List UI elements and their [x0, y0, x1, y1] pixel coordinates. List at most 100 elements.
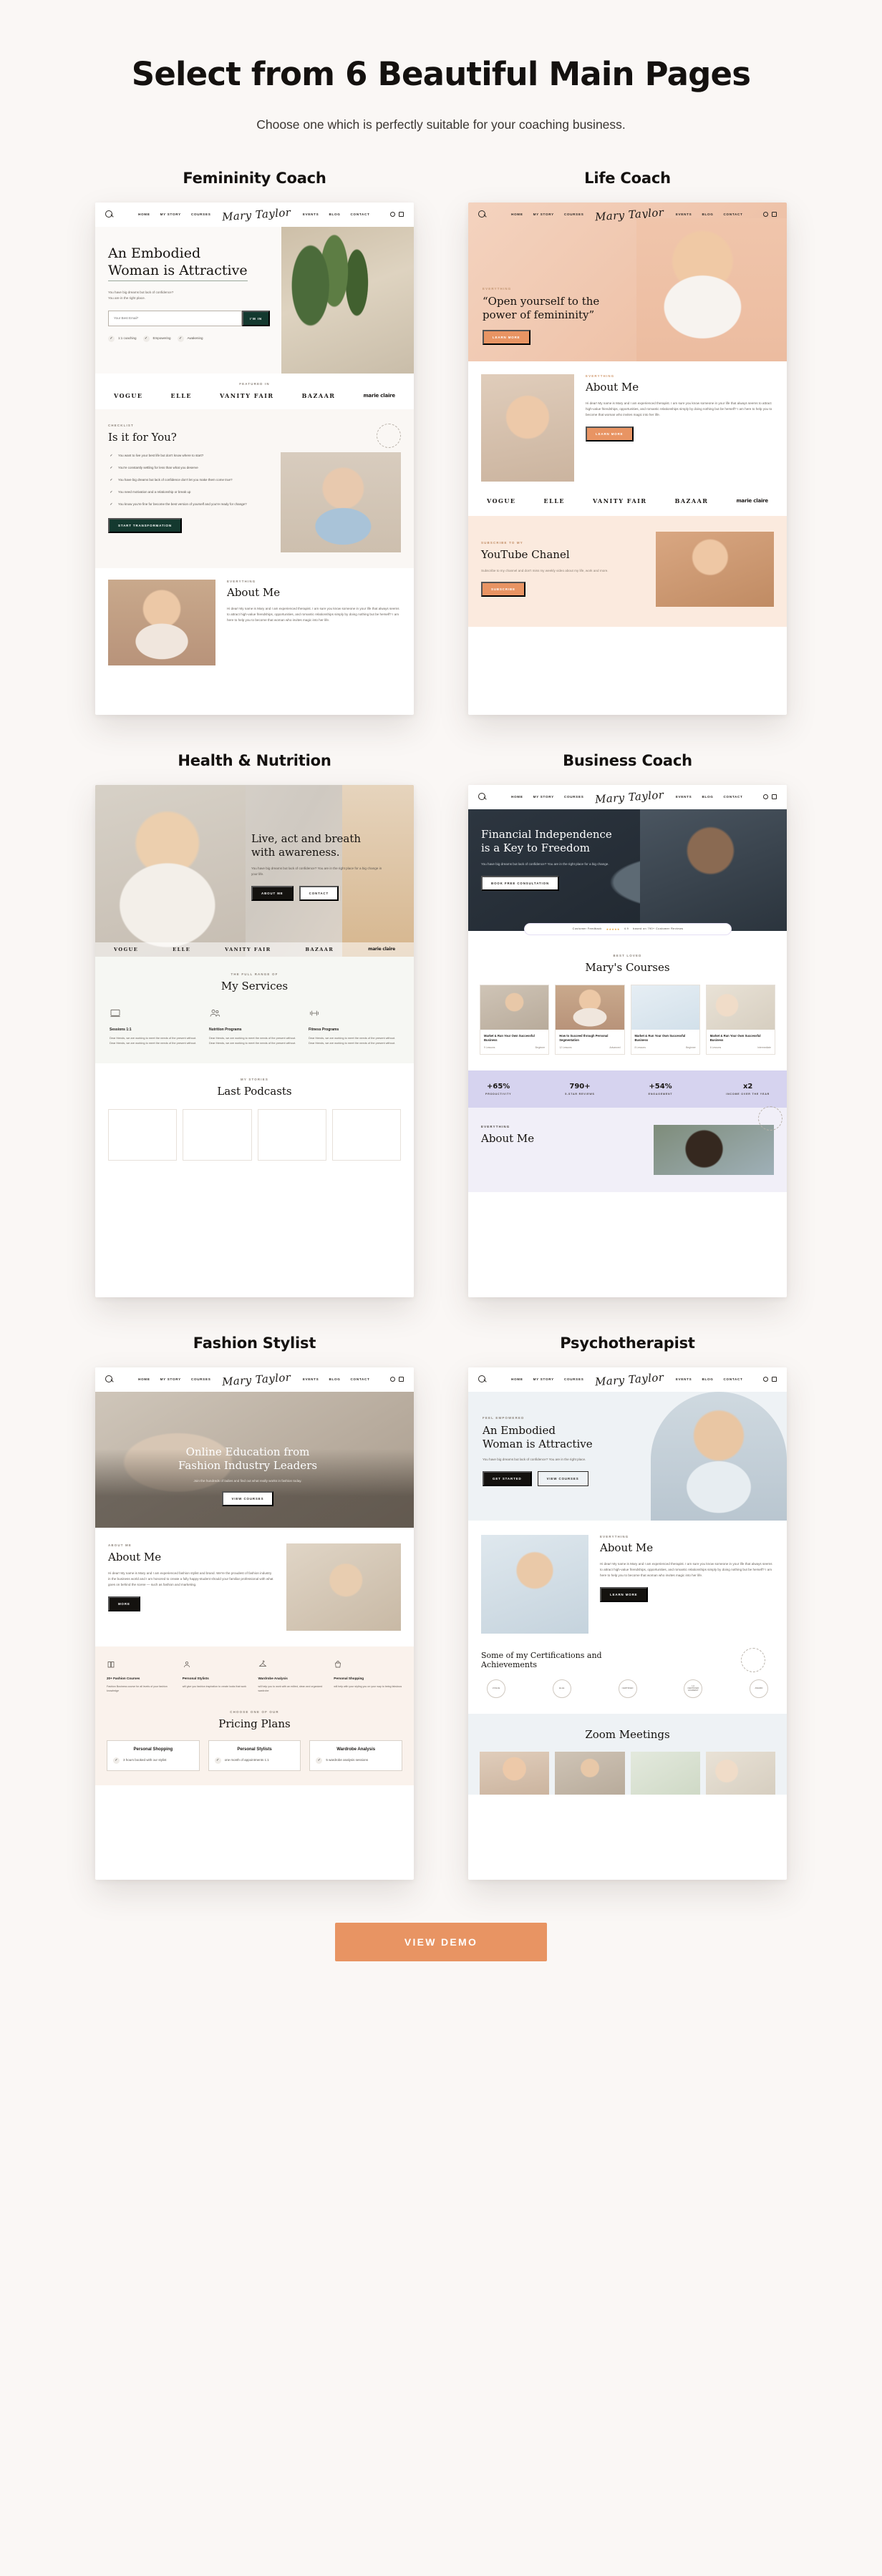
- podcast-card[interactable]: [331, 1109, 401, 1161]
- hero-learn-more-button[interactable]: LEARN MORE: [483, 330, 530, 346]
- site-nav[interactable]: HOME MY STORY COURSES Mary Taylor EVENTS…: [468, 784, 787, 809]
- nav-item-home[interactable]: HOME: [138, 1377, 150, 1381]
- price-card[interactable]: Personal Stylists ✓ one month of appointm…: [208, 1740, 301, 1771]
- account-icon[interactable]: [390, 212, 395, 218]
- site-logo[interactable]: Mary Taylor: [222, 1370, 291, 1388]
- cart-icon[interactable]: [772, 794, 777, 800]
- nav-item-courses[interactable]: COURSES: [191, 1377, 211, 1381]
- cart-icon[interactable]: [399, 1377, 404, 1382]
- nav-item-courses[interactable]: COURSES: [191, 213, 211, 216]
- demo-preview-femininity-coach[interactable]: HOME MY STORY COURSES Mary Taylor EVENTS…: [95, 202, 414, 715]
- demo-preview-business-coach[interactable]: HOME MY STORY COURSES Mary Taylor EVENTS…: [468, 784, 787, 1297]
- course-card[interactable]: How to Succeed through Personal Segmenta…: [555, 984, 625, 1055]
- nav-item-events[interactable]: EVENTS: [303, 213, 319, 216]
- nav-links-right[interactable]: EVENTS BLOG CONTACT: [303, 213, 370, 216]
- get-started-button[interactable]: GET STARTED: [483, 1471, 532, 1487]
- nav-item-events[interactable]: EVENTS: [676, 1377, 692, 1381]
- nav-item-courses[interactable]: COURSES: [564, 795, 584, 799]
- course-card[interactable]: Market & Run Your Own Successful Busines…: [705, 984, 775, 1055]
- search-icon[interactable]: [105, 210, 114, 219]
- nav-links-left[interactable]: HOME MY STORY COURSES: [511, 1377, 583, 1381]
- meeting-thumbnail[interactable]: [555, 1751, 625, 1795]
- nav-item-blog[interactable]: BLOG: [329, 213, 340, 216]
- course-card[interactable]: Market & Run Your Own Successful Busines…: [480, 984, 550, 1055]
- nav-item-events[interactable]: EVENTS: [303, 1377, 319, 1381]
- nav-item-courses[interactable]: COURSES: [564, 1377, 584, 1381]
- hero-contact-button[interactable]: CONTACT: [299, 886, 339, 902]
- nav-item-home[interactable]: HOME: [511, 795, 523, 799]
- nav-item-home[interactable]: HOME: [511, 1377, 523, 1381]
- nav-links-left[interactable]: HOME MY STORY COURSES: [511, 795, 583, 799]
- account-icon[interactable]: [390, 1377, 395, 1382]
- about-learn-more-button[interactable]: LEARN MORE: [600, 1586, 648, 1602]
- price-card[interactable]: Wardrobe Analysis ✓ 5 wardrobe analysis s…: [309, 1740, 402, 1771]
- site-nav[interactable]: HOME MY STORY COURSES Mary Taylor EVENTS…: [95, 202, 414, 227]
- nav-item-events[interactable]: EVENTS: [676, 795, 692, 799]
- view-demo-button[interactable]: VIEW DEMO: [335, 1922, 547, 1961]
- service-card[interactable]: Sessions 1:1 Dear friends, we are workin…: [110, 1008, 200, 1046]
- search-icon[interactable]: [478, 792, 487, 801]
- nav-links-right[interactable]: EVENTS BLOG CONTACT: [676, 795, 743, 799]
- hero-about-me-button[interactable]: ABOUT ME: [251, 886, 294, 902]
- service-card[interactable]: Fitness Programs Dear friends, we are wo…: [309, 1008, 399, 1046]
- site-nav[interactable]: HOME MY STORY COURSES Mary Taylor EVENTS…: [468, 1367, 787, 1392]
- podcast-card[interactable]: [183, 1109, 252, 1161]
- nav-item-my-story[interactable]: MY STORY: [533, 213, 554, 216]
- nav-item-contact[interactable]: CONTACT: [351, 1377, 370, 1381]
- nav-item-courses[interactable]: COURSES: [564, 213, 584, 216]
- cart-icon[interactable]: [772, 1377, 777, 1382]
- site-logo[interactable]: Mary Taylor: [222, 205, 291, 223]
- nav-icons[interactable]: [390, 212, 404, 218]
- nav-icons[interactable]: [390, 1377, 404, 1382]
- account-icon[interactable]: [763, 212, 768, 218]
- nav-links-left[interactable]: HOME MY STORY COURSES: [511, 213, 583, 216]
- nav-item-home[interactable]: HOME: [511, 213, 523, 216]
- price-card[interactable]: Personal Shopping ✓ 3 hours booked with o…: [107, 1740, 200, 1771]
- nav-item-contact[interactable]: CONTACT: [351, 213, 370, 216]
- nav-item-contact[interactable]: CONTACT: [724, 213, 743, 216]
- meeting-thumbnail[interactable]: [705, 1751, 775, 1795]
- account-icon[interactable]: [763, 794, 768, 800]
- book-consultation-button[interactable]: BOOK FREE CONSULTATION: [481, 876, 560, 892]
- nav-icons[interactable]: [763, 794, 777, 800]
- nav-item-home[interactable]: HOME: [138, 213, 150, 216]
- nav-item-contact[interactable]: CONTACT: [724, 1377, 743, 1381]
- youtube-thumbnail[interactable]: [656, 531, 774, 607]
- nav-item-blog[interactable]: BLOG: [702, 213, 713, 216]
- demo-preview-life-coach[interactable]: HOME MY STORY COURSES Mary Taylor EVENTS…: [468, 202, 787, 715]
- nav-item-my-story[interactable]: MY STORY: [160, 1377, 181, 1381]
- search-icon[interactable]: [105, 1375, 114, 1384]
- demo-preview-fashion-stylist[interactable]: HOME MY STORY COURSES Mary Taylor EVENTS…: [95, 1367, 414, 1880]
- nav-item-my-story[interactable]: MY STORY: [533, 1377, 554, 1381]
- account-icon[interactable]: [763, 1377, 768, 1382]
- demo-preview-psychotherapist[interactable]: HOME MY STORY COURSES Mary Taylor EVENTS…: [468, 1367, 787, 1880]
- meeting-thumbnail[interactable]: [630, 1751, 700, 1795]
- search-icon[interactable]: [478, 1375, 487, 1384]
- service-card[interactable]: Nutrition Programs Dear friends, we are …: [209, 1008, 300, 1046]
- search-icon[interactable]: [478, 210, 487, 219]
- nav-links-right[interactable]: EVENTS BLOG CONTACT: [676, 213, 743, 216]
- submit-button[interactable]: I'M IN: [242, 311, 270, 327]
- site-logo[interactable]: Mary Taylor: [595, 1370, 664, 1388]
- nav-links-right[interactable]: EVENTS BLOG CONTACT: [303, 1377, 370, 1381]
- nav-links-left[interactable]: HOME MY STORY COURSES: [138, 213, 210, 216]
- nav-item-events[interactable]: EVENTS: [676, 213, 692, 216]
- nav-links-right[interactable]: EVENTS BLOG CONTACT: [676, 1377, 743, 1381]
- nav-item-blog[interactable]: BLOG: [702, 1377, 713, 1381]
- course-card[interactable]: Market & Run Your Own Successful Busines…: [630, 984, 700, 1055]
- about-more-button[interactable]: MORE: [108, 1596, 140, 1611]
- nav-item-blog[interactable]: BLOG: [702, 795, 713, 799]
- cart-icon[interactable]: [772, 212, 777, 218]
- view-courses-button[interactable]: VIEW COURSES: [221, 1491, 274, 1506]
- podcast-card[interactable]: [257, 1109, 326, 1161]
- podcast-card[interactable]: [108, 1109, 178, 1161]
- site-logo[interactable]: Mary Taylor: [595, 788, 664, 806]
- site-nav[interactable]: HOME MY STORY COURSES Mary Taylor EVENTS…: [95, 1367, 414, 1392]
- nav-item-blog[interactable]: BLOG: [329, 1377, 340, 1381]
- nav-icons[interactable]: [763, 1377, 777, 1382]
- nav-item-contact[interactable]: CONTACT: [724, 795, 743, 799]
- youtube-subscribe-button[interactable]: SUBSCRIBE: [481, 582, 525, 597]
- email-input[interactable]: [108, 311, 243, 327]
- nav-icons[interactable]: [763, 212, 777, 218]
- cart-icon[interactable]: [399, 212, 404, 218]
